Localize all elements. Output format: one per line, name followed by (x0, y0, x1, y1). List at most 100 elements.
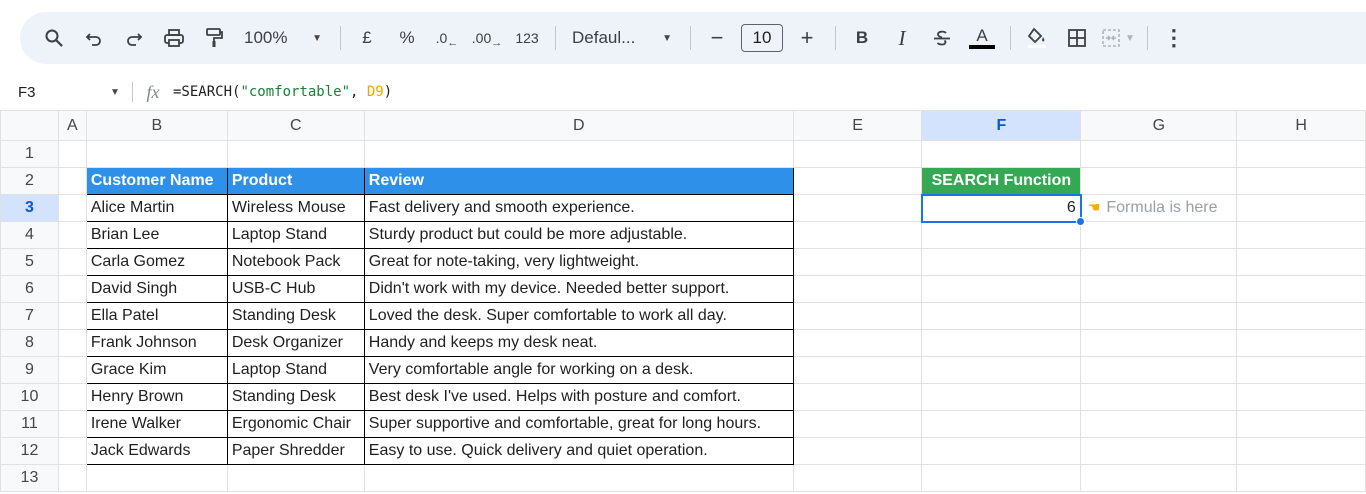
undo-icon[interactable] (78, 22, 110, 54)
customer-name-cell[interactable]: Ella Patel (85, 302, 228, 330)
fill-handle[interactable] (1075, 216, 1085, 226)
cell[interactable] (921, 221, 1082, 249)
customer-name-cell[interactable]: Carla Gomez (85, 248, 228, 276)
cell[interactable] (792, 275, 923, 303)
row-header-10[interactable]: 10 (0, 383, 59, 411)
percent-format-button[interactable]: % (391, 22, 423, 54)
cell[interactable] (85, 464, 228, 492)
cell[interactable] (792, 248, 923, 276)
cell[interactable] (1080, 437, 1238, 465)
search-icon[interactable] (38, 22, 70, 54)
cell[interactable] (1236, 410, 1366, 438)
decrease-font-size-button[interactable]: − (701, 22, 733, 54)
column-header-g[interactable]: G (1080, 110, 1238, 141)
customer-name-cell[interactable]: Alice Martin (85, 194, 228, 222)
cell[interactable] (1236, 221, 1366, 249)
currency-format-button[interactable]: £ (351, 22, 383, 54)
customer-name-cell[interactable]: Frank Johnson (85, 329, 228, 357)
product-cell[interactable]: Desk Organizer (226, 329, 365, 357)
cell[interactable] (1080, 383, 1238, 411)
fill-color-icon[interactable] (1021, 22, 1053, 54)
cell[interactable] (57, 464, 87, 492)
cell[interactable] (1236, 194, 1366, 222)
cell[interactable] (1236, 356, 1366, 384)
row-header-7[interactable]: 7 (0, 302, 59, 330)
cell[interactable] (1236, 275, 1366, 303)
customer-name-cell[interactable]: Jack Edwards (85, 437, 228, 465)
review-cell[interactable]: Fast delivery and smooth experience. (363, 194, 794, 222)
product-cell[interactable]: Standing Desk (226, 302, 365, 330)
redo-icon[interactable] (118, 22, 150, 54)
customer-name-cell[interactable]: Irene Walker (85, 410, 228, 438)
cell[interactable] (921, 302, 1082, 330)
customer-name-cell[interactable]: Henry Brown (85, 383, 228, 411)
zoom-select[interactable]: 100% ▼ (238, 22, 328, 54)
increase-decimal-button[interactable]: .00 → (471, 22, 503, 54)
cell[interactable] (792, 221, 923, 249)
cell[interactable] (1080, 167, 1238, 195)
name-box[interactable]: F3 ▼ (0, 76, 132, 108)
number-format-button[interactable]: 123 (511, 22, 543, 54)
cell[interactable] (57, 383, 87, 411)
cell[interactable] (921, 248, 1082, 276)
column-header-d[interactable]: D (363, 110, 794, 141)
product-cell[interactable]: Laptop Stand (226, 356, 365, 384)
cell[interactable] (1080, 464, 1238, 492)
paint-format-icon[interactable] (198, 22, 230, 54)
row-header-2[interactable]: 2 (0, 167, 59, 195)
cell[interactable] (792, 302, 923, 330)
product-cell[interactable]: Ergonomic Chair (226, 410, 365, 438)
review-cell[interactable]: Best desk I've used. Helps with posture … (363, 383, 794, 411)
cell[interactable] (1080, 248, 1238, 276)
font-size-input[interactable]: 10 (741, 24, 783, 52)
annotation-cell[interactable]: ☚ Formula is here (1080, 194, 1238, 222)
row-header-11[interactable]: 11 (0, 410, 59, 438)
search-result-cell[interactable]: 6 (920, 193, 1085, 226)
review-cell[interactable]: Easy to use. Quick delivery and quiet op… (363, 437, 794, 465)
row-header-1[interactable]: 1 (0, 140, 59, 168)
formula-input[interactable]: =SEARCH("comfortable", D9) (173, 84, 392, 100)
row-header-5[interactable]: 5 (0, 248, 59, 276)
cell[interactable] (57, 302, 87, 330)
cell[interactable] (1080, 302, 1238, 330)
cell[interactable] (1080, 329, 1238, 357)
row-header-8[interactable]: 8 (0, 329, 59, 357)
merge-cells-icon[interactable]: ▼ (1101, 22, 1135, 54)
cell[interactable] (792, 356, 923, 384)
row-header-13[interactable]: 13 (0, 464, 59, 492)
row-header-6[interactable]: 6 (0, 275, 59, 303)
product-cell[interactable]: Paper Shredder (226, 437, 365, 465)
row-header-12[interactable]: 12 (0, 437, 59, 465)
print-icon[interactable] (158, 22, 190, 54)
increase-font-size-button[interactable]: + (791, 22, 823, 54)
customer-name-cell[interactable]: Grace Kim (85, 356, 228, 384)
cell[interactable] (226, 140, 365, 168)
search-function-header[interactable]: SEARCH Function (921, 167, 1082, 195)
cell[interactable] (792, 167, 923, 195)
cell[interactable] (363, 464, 794, 492)
cell[interactable] (57, 275, 87, 303)
column-header-e[interactable]: E (792, 110, 923, 141)
cell[interactable] (921, 437, 1082, 465)
more-options-icon[interactable]: ⋮ (1158, 22, 1190, 54)
column-header-b[interactable]: B (85, 110, 228, 141)
row-header-9[interactable]: 9 (0, 356, 59, 384)
cell[interactable] (792, 464, 923, 492)
cell[interactable] (57, 329, 87, 357)
review-cell[interactable]: Very comfortable angle for working on a … (363, 356, 794, 384)
cell[interactable] (57, 356, 87, 384)
row-header-3[interactable]: 3 (0, 194, 59, 222)
cell[interactable] (921, 410, 1082, 438)
cell[interactable] (1236, 329, 1366, 357)
review-cell[interactable]: Loved the desk. Super comfortable to wor… (363, 302, 794, 330)
cell[interactable] (226, 464, 365, 492)
cell[interactable] (921, 356, 1082, 384)
cell[interactable] (792, 140, 923, 168)
cell[interactable] (1236, 140, 1366, 168)
cell[interactable] (792, 194, 923, 222)
review-cell[interactable]: Didn't work with my device. Needed bette… (363, 275, 794, 303)
column-header-c[interactable]: C (226, 110, 365, 141)
cell[interactable] (57, 167, 87, 195)
cell[interactable] (57, 437, 87, 465)
cell[interactable] (1080, 140, 1238, 168)
